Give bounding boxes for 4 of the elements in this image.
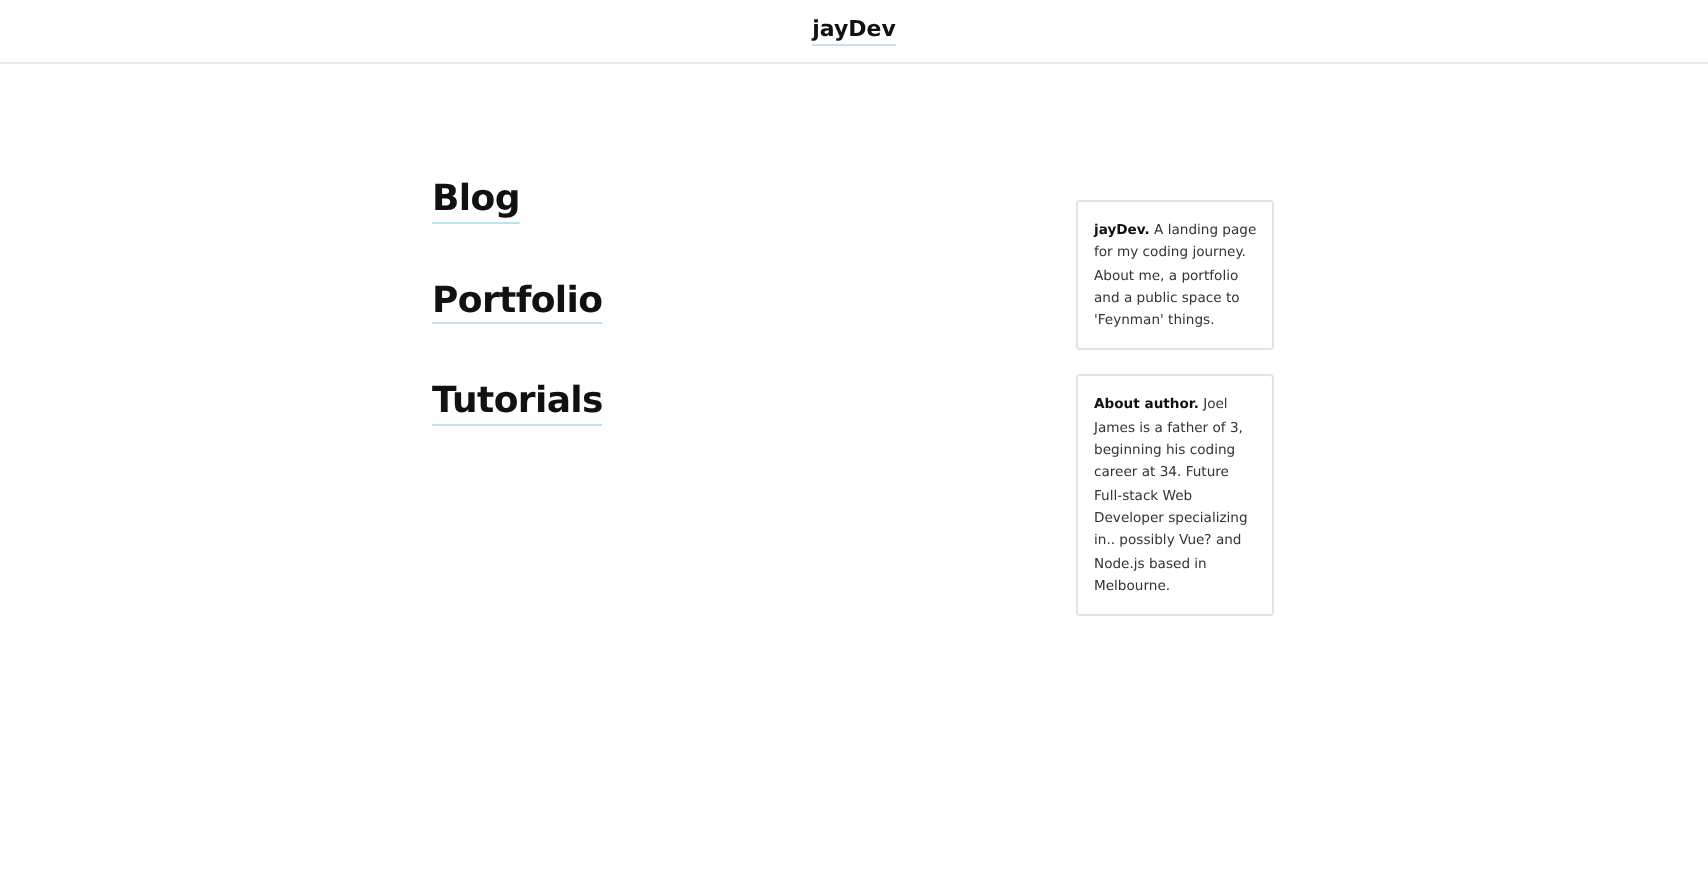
site-title-link[interactable]: jayDev: [812, 16, 896, 46]
nav-link[interactable]: Tutorials: [432, 380, 603, 426]
nav-link[interactable]: Blog: [432, 178, 520, 224]
nav-link[interactable]: Portfolio: [432, 279, 603, 325]
